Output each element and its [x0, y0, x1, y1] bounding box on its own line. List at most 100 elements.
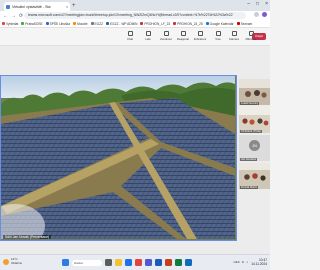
bookmark-label: Google Kalendář [209, 21, 234, 26]
maximize-button[interactable]: □ [256, 1, 259, 7]
presenter-label: Sdílí Jan Novák (Prezentace) [3, 235, 52, 239]
bookmark-label: SPŠE Libuška [49, 21, 71, 26]
new-tab-button[interactable]: + [72, 2, 76, 10]
weather-widget[interactable]: 12°C Oblačno [3, 257, 23, 265]
bookmark-label: PrahaSOSE [25, 21, 43, 26]
camera-icon [231, 31, 237, 36]
profile-avatar-icon[interactable] [262, 12, 267, 17]
taskbar-search[interactable]: Hledat [72, 259, 102, 266]
taskbar-apps: Hledat [62, 259, 192, 266]
participant-name: Jan Nováček [240, 158, 257, 161]
participant-name: Dvořák Martin [240, 186, 259, 189]
raise-hand-icon [163, 31, 169, 36]
toolbar-zvednout-button[interactable]: Zvednout [158, 31, 174, 41]
minimize-button[interactable]: – [247, 1, 250, 7]
toolbar-button-label: Mikrofon [245, 37, 257, 41]
bookmark-favicon-icon [90, 22, 94, 25]
participant-tile[interactable]: VS Dobré (Třída) [239, 107, 270, 133]
outlook-icon[interactable] [185, 259, 192, 266]
task-view-icon[interactable] [105, 259, 112, 266]
toolbar-zobrazení-button[interactable]: Zobrazení [192, 31, 208, 41]
url-field[interactable]: teams.microsoft.com/v2/?meetingjoin=true… [24, 12, 246, 19]
bookmark-item[interactable]: PROHION_24_25 [173, 22, 203, 26]
weather-desc: Oblačno [11, 260, 23, 265]
bookmark-favicon-icon [45, 22, 49, 25]
wifi-icon[interactable]: ≋ [242, 260, 245, 264]
start-icon[interactable] [62, 259, 69, 266]
excel-icon[interactable] [175, 259, 182, 266]
bookmark-favicon-icon [106, 22, 110, 25]
window-controls: – □ × [247, 1, 268, 7]
bookmark-item[interactable]: EGZZ [90, 21, 104, 26]
browser-tab[interactable]: Virtuální výstaviště - Sta × [4, 2, 70, 11]
clock-date: 14.11.2024 [251, 262, 267, 266]
toolbar-button-label: Více [215, 37, 221, 41]
volume-icon[interactable]: ◖ [246, 260, 248, 264]
toolbar-button-label: Kamera [229, 37, 239, 41]
bookmark-item[interactable]: PrahaSOSE [21, 21, 43, 26]
bookmark-item[interactable]: Vyhledat [2, 22, 18, 26]
participant-name: Lukáš Novotný [240, 102, 260, 105]
people-icon [145, 31, 151, 36]
weather-sun-icon [3, 258, 9, 265]
toolbar-button-label: Lidé [145, 37, 151, 41]
participant-tile[interactable]: Dvořák Martin [239, 163, 270, 189]
language-indicator[interactable]: CES [234, 260, 240, 264]
bookmark-favicon-icon [236, 22, 240, 25]
forward-icon[interactable]: → [11, 13, 16, 19]
bookmark-label: Vyhledat [6, 21, 19, 26]
system-tray: CES ≋ ◖ [234, 260, 249, 264]
browser-extensions [254, 12, 267, 17]
back-icon[interactable]: ← [3, 13, 8, 19]
toolbar-lidé-button[interactable]: Lidé [140, 31, 156, 41]
shared-screen: Sdílí Jan Novák (Prezentace) [0, 75, 237, 241]
toolbar-button-label: Reagovat [177, 37, 189, 41]
participant-tile[interactable]: Lukáš Novotný [239, 79, 270, 105]
bookmark-favicon-icon [2, 22, 5, 25]
edge-icon[interactable] [125, 259, 132, 266]
clock[interactable]: 10:47 14.11.2024 [251, 258, 267, 266]
windows-taskbar: 12°C Oblačno Hledat CES ≋ ◖ 10:47 14.11.… [0, 254, 270, 270]
toolbar-kamera-button[interactable]: Kamera [226, 31, 242, 41]
toolbar-více-button[interactable]: Více [210, 31, 226, 41]
reload-icon[interactable]: ⟳ [19, 13, 23, 19]
participant-avatar: JN [249, 140, 260, 151]
bookmark-item[interactable]: EGZZ - WP ADMIN [106, 22, 137, 26]
toolbar-reagovat-button[interactable]: Reagovat [175, 31, 191, 41]
bookmark-item[interactable]: Moodle [73, 22, 88, 26]
toolbar-button-label: Chat [127, 37, 133, 41]
bookmark-label: PROHION_24_25 [177, 21, 203, 26]
toolbar-mikrofon-button[interactable]: Mikrofon [243, 31, 259, 41]
more-icon [215, 31, 221, 36]
bookmark-item[interactable]: Google Kalendář [205, 21, 234, 26]
bookmark-label: EGZZ [94, 21, 104, 26]
bookmark-item[interactable]: Seznam [236, 21, 253, 26]
extensions-icon[interactable] [254, 12, 259, 17]
toolbar-chat-button[interactable]: Chat [122, 31, 138, 41]
meeting-toolbar: Odejít Chat Lidé Zvednout Reagovat Zobrazení… [0, 28, 270, 46]
toolbar-button-label: Zvednout [160, 37, 172, 41]
tab-title: Virtuální výstaviště - Sta [12, 4, 51, 9]
bookmark-favicon-icon [173, 22, 177, 25]
file-explorer-icon[interactable] [115, 259, 122, 266]
solar-farm-image [1, 76, 235, 239]
toolbar-button-label: Zobrazení [193, 37, 207, 41]
participant-tile[interactable]: JN Jan Nováček [239, 135, 270, 161]
browser-tab-bar: Virtuální výstaviště - Sta × + – □ × [0, 0, 270, 11]
tab-close-icon[interactable]: × [66, 4, 68, 9]
view-icon [197, 31, 203, 36]
teams-favicon-icon [6, 4, 10, 9]
participant-tiles: Lukáš Novotný VS Dobré (Třída) JN Jan No… [239, 79, 270, 191]
word-icon[interactable] [155, 259, 162, 266]
bookmarks-bar: Vyhledat PrahaSOSE SPŠE Libuška Moodle EGZZ E… [0, 20, 270, 28]
teams-icon[interactable] [145, 259, 152, 266]
close-window-button[interactable]: × [265, 1, 268, 7]
mic-icon [248, 31, 254, 36]
bookmark-item[interactable]: PROHION_LF_23 [140, 22, 170, 26]
bookmark-label: EGZZ - WP ADMIN [110, 21, 138, 26]
address-bar-row: ← → ⟳ teams.microsoft.com/v2/?meetingjoi… [0, 11, 270, 20]
bookmark-item[interactable]: SPŠE Libuška [45, 21, 71, 26]
powerpoint-icon[interactable] [165, 259, 172, 266]
bookmark-label: Seznam [240, 21, 253, 26]
chrome-icon[interactable] [135, 259, 142, 266]
